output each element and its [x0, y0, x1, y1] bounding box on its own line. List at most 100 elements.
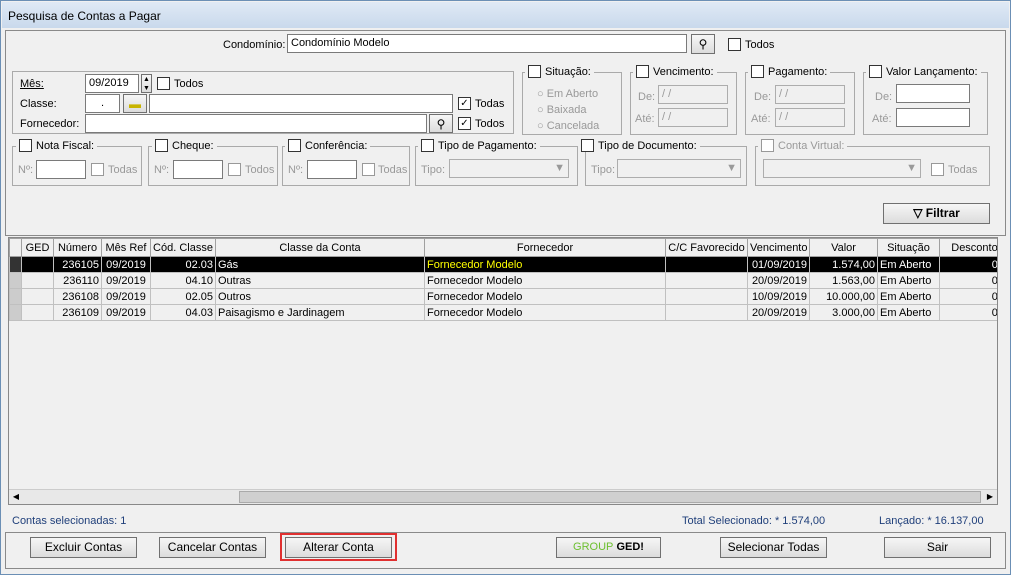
- conta-virtual-label: Conta Virtual:: [778, 139, 845, 152]
- conferencia-checkbox[interactable]: [288, 139, 301, 152]
- sair-button[interactable]: Sair: [884, 537, 991, 558]
- cheque-todos-checkbox[interactable]: [228, 163, 241, 176]
- conferencia-label: Conferência:: [305, 139, 368, 152]
- column-header[interactable]: Fornecedor: [424, 238, 666, 257]
- row-indicator-header: [9, 238, 22, 257]
- table-cell: 20/09/2019: [747, 272, 810, 289]
- conta-virtual-select[interactable]: ▼: [763, 159, 921, 178]
- row-indicator[interactable]: [9, 256, 22, 273]
- column-header[interactable]: Vencimento: [747, 238, 810, 257]
- folder-icon[interactable]: ▬: [123, 94, 147, 113]
- valor-ate-input[interactable]: [896, 108, 970, 127]
- mes-input[interactable]: 09/2019: [85, 74, 139, 93]
- nota-fiscal-todas-label: Todas: [108, 164, 138, 176]
- excluir-contas-button[interactable]: Excluir Contas: [30, 537, 137, 558]
- pagamento-checkbox[interactable]: [751, 65, 764, 78]
- cheque-input[interactable]: [173, 160, 223, 179]
- table-cell: 1.574,00: [809, 256, 878, 273]
- selecionar-todas-button[interactable]: Selecionar Todas: [720, 537, 827, 558]
- radio-baixada[interactable]: ○ Baixada: [537, 102, 599, 118]
- filtrar-button[interactable]: ▽ Filtrar: [883, 203, 990, 224]
- table-row[interactable]: 236110 09/2019 04.10 Outras Fornecedor Model…: [9, 272, 997, 289]
- column-header[interactable]: Cód. Classe: [150, 238, 216, 257]
- fornecedor-label: Fornecedor:: [20, 118, 80, 130]
- classe-label: Classe:: [20, 98, 57, 110]
- nota-fiscal-todas-checkbox[interactable]: [91, 163, 104, 176]
- fornecedor-input[interactable]: [85, 114, 427, 133]
- table-cell: 0,0: [939, 304, 997, 321]
- table-cell: [21, 272, 54, 289]
- row-indicator[interactable]: [9, 272, 22, 289]
- table-cell: 0,0: [939, 272, 997, 289]
- valor-de-input[interactable]: [896, 84, 970, 103]
- condominio-input[interactable]: Condomínio Modelo: [287, 34, 687, 53]
- condominio-todos-checkbox[interactable]: [728, 38, 741, 51]
- tipo-pagamento-select[interactable]: ▼: [449, 159, 569, 178]
- column-header[interactable]: Situação: [877, 238, 940, 257]
- column-header[interactable]: Mês Ref: [101, 238, 151, 257]
- condominio-todos-label: Todos: [745, 39, 775, 51]
- column-header[interactable]: Classe da Conta: [215, 238, 425, 257]
- scrollbar-thumb[interactable]: [239, 491, 981, 503]
- binoculars-icon[interactable]: ⚲: [691, 34, 715, 54]
- vencimento-ate-label: Até:: [635, 113, 655, 125]
- tipo-documento-select[interactable]: ▼: [617, 159, 741, 178]
- classe-code-input[interactable]: .: [85, 94, 120, 113]
- mes-spinner[interactable]: ▲ ▼: [141, 74, 152, 93]
- situacao-checkbox[interactable]: [528, 65, 541, 78]
- mes-todos-checkbox[interactable]: [157, 77, 170, 90]
- row-indicator[interactable]: [9, 288, 22, 305]
- cheque-todos-label: Todos: [245, 164, 275, 176]
- fornecedor-todos-checkbox[interactable]: ✓: [458, 117, 471, 130]
- table-cell: Em Aberto: [877, 304, 940, 321]
- column-header[interactable]: Desconto: [939, 238, 997, 257]
- column-header[interactable]: Valor: [809, 238, 878, 257]
- mes-todos-label: Todos: [174, 78, 204, 90]
- binoculars-icon[interactable]: ⚲: [429, 114, 453, 133]
- table-cell: 0,0: [939, 288, 997, 305]
- alterar-conta-button[interactable]: Alterar Conta: [285, 537, 392, 558]
- tipo-pagamento-tipo-label: Tipo:: [421, 164, 446, 176]
- cheque-checkbox[interactable]: [155, 139, 168, 152]
- vencimento-checkbox[interactable]: [636, 65, 649, 78]
- horizontal-scrollbar[interactable]: ◀ ▶: [9, 489, 997, 504]
- conta-virtual-checkbox[interactable]: [761, 139, 774, 152]
- tipo-documento-checkbox[interactable]: [581, 139, 594, 152]
- table-row[interactable]: 236105 09/2019 02.03 Gás Fornecedor Modelo 01…: [9, 256, 997, 273]
- radio-em-aberto[interactable]: ○ Em Aberto: [537, 86, 599, 102]
- cancelar-contas-button[interactable]: Cancelar Contas: [159, 537, 266, 558]
- scroll-right-icon[interactable]: ▶: [983, 490, 997, 504]
- total-selecionado: Total Selecionado: * 1.574,00: [682, 515, 826, 527]
- pagamento-ate-input[interactable]: / /: [775, 108, 845, 127]
- conferencia-input[interactable]: [307, 160, 357, 179]
- scroll-left-icon[interactable]: ◀: [9, 490, 23, 504]
- pagamento-de-input[interactable]: / /: [775, 85, 845, 104]
- group-ged-button[interactable]: GROUP GED!: [556, 537, 661, 558]
- tipo-pagamento-checkbox[interactable]: [421, 139, 434, 152]
- conferencia-todas-checkbox[interactable]: [362, 163, 375, 176]
- vencimento-label: Vencimento:: [653, 65, 714, 78]
- conta-virtual-todas-checkbox[interactable]: [931, 163, 944, 176]
- column-header[interactable]: C/C Favorecido: [665, 238, 748, 257]
- classe-name-input[interactable]: [149, 94, 453, 113]
- table-cell: 236109: [53, 304, 102, 321]
- accounts-grid: GED Número Mês Ref Cód. Classe Classe da Con…: [8, 237, 998, 505]
- table-cell: 10.000,00: [809, 288, 878, 305]
- row-indicator[interactable]: [9, 304, 22, 321]
- conferencia-no-label: Nº:: [288, 164, 304, 176]
- table-row[interactable]: 236108 09/2019 02.05 Outros Fornecedor Model…: [9, 288, 997, 305]
- vencimento-ate-input[interactable]: / /: [658, 108, 728, 127]
- nota-fiscal-no-label: Nº:: [18, 164, 34, 176]
- pagamento-ate-label: Até:: [751, 113, 771, 125]
- nota-fiscal-checkbox[interactable]: [19, 139, 32, 152]
- column-header[interactable]: GED: [21, 238, 54, 257]
- nota-fiscal-input[interactable]: [36, 160, 86, 179]
- vencimento-de-input[interactable]: / /: [658, 85, 728, 104]
- table-row[interactable]: 236109 09/2019 04.03 Paisagismo e Jardinage…: [9, 304, 997, 321]
- table-cell: [665, 272, 748, 289]
- valor-checkbox[interactable]: [869, 65, 882, 78]
- column-header[interactable]: Número: [53, 238, 102, 257]
- classe-todas-checkbox[interactable]: ✓: [458, 97, 471, 110]
- radio-cancelada[interactable]: ○ Cancelada: [537, 118, 599, 134]
- table-cell: Outras: [215, 272, 425, 289]
